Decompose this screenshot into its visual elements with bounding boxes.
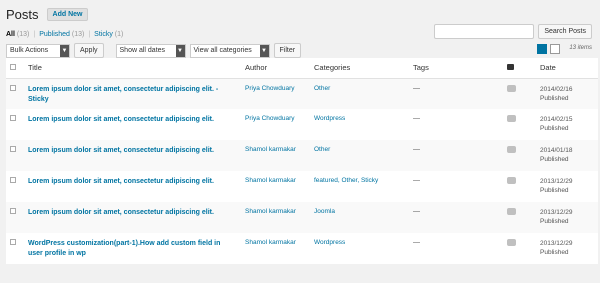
add-new-button[interactable]: Add New bbox=[46, 7, 89, 21]
search-input[interactable] bbox=[434, 24, 535, 39]
post-date: 2014/02/16 bbox=[540, 85, 573, 93]
table-header-row: Title Author Categories Tags Date bbox=[6, 58, 598, 79]
category-link[interactable]: Wordpress bbox=[314, 115, 345, 122]
post-date: 2014/02/15 bbox=[540, 116, 573, 123]
posts-table: Title Author Categories Tags Date Lorem … bbox=[6, 58, 598, 264]
search-posts-button[interactable]: Search Posts bbox=[538, 24, 592, 39]
table-row: Lorem ipsum dolor sit amet, consectetur … bbox=[6, 202, 598, 233]
column-tags: Tags bbox=[409, 58, 503, 79]
search-box: Search Posts bbox=[434, 24, 592, 39]
post-date: 2013/12/29 bbox=[540, 209, 573, 216]
category-link[interactable]: featured, Other, Sticky bbox=[314, 177, 378, 184]
tablenav: Bulk Actions ▼ Apply Show all dates ▼ Vi… bbox=[6, 43, 302, 58]
tags-cell: — bbox=[413, 84, 420, 92]
post-status: Published bbox=[540, 249, 569, 256]
bulk-actions-select[interactable]: Bulk Actions ▼ bbox=[6, 43, 70, 58]
author-link[interactable]: Shamol karmakar bbox=[245, 239, 296, 246]
tags-cell: — bbox=[413, 115, 420, 122]
column-author: Author bbox=[241, 58, 310, 79]
category-link[interactable]: Other bbox=[314, 146, 330, 153]
comment-count-icon[interactable] bbox=[507, 177, 516, 184]
row-checkbox[interactable] bbox=[10, 146, 16, 152]
tags-cell: — bbox=[413, 208, 420, 215]
author-link[interactable]: Shamol karmakar bbox=[245, 177, 296, 184]
filter-sticky-link[interactable]: Sticky bbox=[94, 31, 113, 38]
table-row: Lorem ipsum dolor sit amet, consectetur … bbox=[6, 109, 598, 140]
tags-cell: — bbox=[413, 177, 420, 184]
row-checkbox[interactable] bbox=[10, 84, 16, 91]
post-title-link[interactable]: Lorem ipsum dolor sit amet, consectetur … bbox=[28, 209, 214, 216]
comments-icon[interactable] bbox=[507, 64, 514, 71]
column-title[interactable]: Title bbox=[24, 58, 241, 79]
comment-count-icon[interactable] bbox=[507, 84, 516, 92]
categories-value: View all categories bbox=[193, 47, 252, 54]
excerpt-view-icon[interactable] bbox=[550, 44, 560, 54]
row-checkbox[interactable] bbox=[10, 115, 16, 121]
chevron-down-icon: ▼ bbox=[60, 44, 69, 57]
category-link[interactable]: Other bbox=[314, 85, 330, 92]
list-view-icon[interactable] bbox=[537, 44, 547, 54]
comment-count-icon[interactable] bbox=[507, 239, 516, 246]
row-checkbox[interactable] bbox=[10, 177, 16, 183]
comment-count-icon[interactable] bbox=[507, 208, 516, 215]
post-status: Published bbox=[540, 218, 569, 225]
comment-count-icon[interactable] bbox=[507, 146, 516, 153]
status-filter-links: All (13) | Published (13) | Sticky (1) bbox=[6, 31, 123, 38]
post-date: 2013/12/29 bbox=[540, 178, 573, 185]
post-title-link[interactable]: Lorem ipsum dolor sit amet, consectetur … bbox=[28, 147, 214, 154]
dates-value: Show all dates bbox=[119, 47, 166, 54]
table-row: WordPress customization(part-1).How add … bbox=[6, 233, 598, 264]
tags-cell: — bbox=[413, 146, 420, 153]
select-all-checkbox[interactable] bbox=[10, 64, 16, 71]
page-header: Posts Add New bbox=[6, 6, 89, 22]
separator: | bbox=[88, 31, 91, 38]
page-title: Posts bbox=[6, 6, 39, 22]
chevron-down-icon: ▼ bbox=[259, 44, 269, 57]
author-link[interactable]: Priya Chowduary bbox=[245, 115, 295, 122]
post-status: Published bbox=[540, 187, 569, 194]
dates-select[interactable]: Show all dates ▼ bbox=[115, 43, 186, 58]
post-status: Published bbox=[540, 94, 569, 102]
items-count: 13 items bbox=[569, 45, 592, 51]
chevron-down-icon: ▼ bbox=[175, 44, 185, 57]
author-link[interactable]: Shamol karmakar bbox=[245, 208, 296, 215]
view-switch bbox=[537, 44, 560, 54]
author-link[interactable]: Priya Chowduary bbox=[245, 85, 295, 92]
post-status: Published bbox=[540, 125, 569, 132]
post-title-link[interactable]: WordPress customization(part-1).How add … bbox=[28, 240, 220, 257]
filter-sticky-count: (1) bbox=[114, 31, 124, 38]
table-row: Lorem ipsum dolor sit amet, consectetur … bbox=[6, 78, 598, 109]
categories-select[interactable]: View all categories ▼ bbox=[189, 43, 270, 58]
apply-button[interactable]: Apply bbox=[74, 43, 104, 58]
filter-published-link[interactable]: Published bbox=[39, 31, 70, 38]
filter-all-link[interactable]: All bbox=[6, 31, 15, 38]
filter-all-count: (13) bbox=[16, 31, 30, 38]
row-checkbox[interactable] bbox=[10, 208, 16, 214]
post-title-link[interactable]: Lorem ipsum dolor sit amet, consectetur … bbox=[28, 178, 214, 185]
post-title-link[interactable]: Lorem ipsum dolor sit amet, consectetur … bbox=[28, 86, 218, 103]
category-link[interactable]: Wordpress bbox=[314, 239, 345, 246]
row-checkbox[interactable] bbox=[10, 239, 16, 245]
filter-published-count: (13) bbox=[71, 31, 85, 38]
post-date: 2014/01/18 bbox=[540, 147, 573, 154]
column-categories: Categories bbox=[310, 58, 409, 79]
tags-cell: — bbox=[413, 239, 420, 246]
post-date: 2013/12/29 bbox=[540, 240, 573, 247]
filter-button[interactable]: Filter bbox=[273, 43, 302, 58]
comment-count-icon[interactable] bbox=[507, 115, 516, 122]
bulk-actions-value: Bulk Actions bbox=[10, 47, 49, 54]
table-row: Lorem ipsum dolor sit amet, consectetur … bbox=[6, 140, 598, 171]
post-title-link[interactable]: Lorem ipsum dolor sit amet, consectetur … bbox=[28, 116, 214, 123]
separator: | bbox=[33, 31, 36, 38]
category-link[interactable]: Joomla bbox=[314, 208, 335, 215]
post-status: Published bbox=[540, 156, 569, 163]
author-link[interactable]: Shamol karmakar bbox=[245, 146, 296, 153]
table-row: Lorem ipsum dolor sit amet, consectetur … bbox=[6, 171, 598, 202]
column-date[interactable]: Date bbox=[536, 58, 598, 79]
